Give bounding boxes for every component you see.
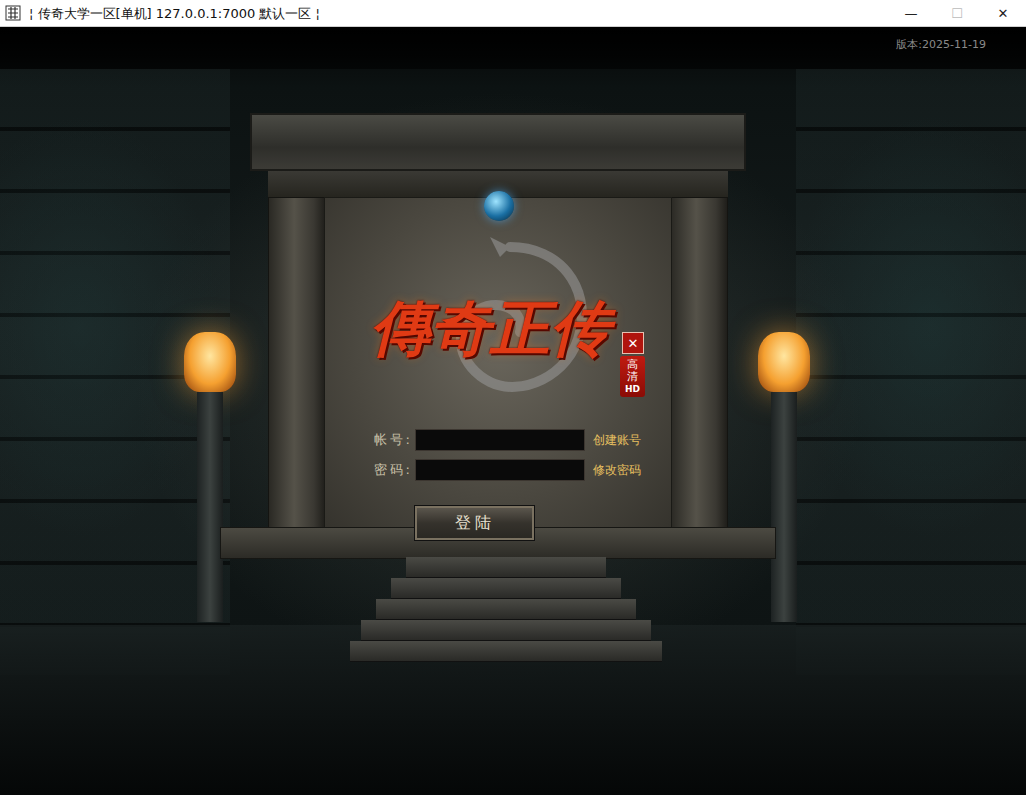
hd-badge[interactable]: 高清 HD: [620, 356, 645, 397]
game-window: ¦ 传奇大学一区[单机] 127.0.0.1:7000 默认一区 ¦ —☐✕ 版…: [0, 0, 1026, 795]
left-lamp: [180, 332, 240, 622]
close-window-button[interactable]: ✕: [980, 0, 1026, 26]
right-lamp: [754, 332, 814, 622]
window-title: ¦ 传奇大学一区[单机] 127.0.0.1:7000 默认一区 ¦: [29, 4, 888, 23]
create-account-link[interactable]: 创建账号: [587, 432, 641, 449]
top-band: [0, 27, 1026, 69]
close-button[interactable]: ✕: [622, 332, 644, 354]
gem-icon: [484, 191, 514, 221]
login-form: 帐号: 创建账号 密码: 修改密码 登陆: [365, 429, 641, 540]
app-icon: [5, 5, 21, 21]
stone-steps: [350, 557, 662, 662]
right-wall: [796, 69, 1026, 675]
account-input[interactable]: [415, 429, 585, 451]
maximize-button[interactable]: ☐: [934, 0, 980, 26]
window-controls: —☐✕: [888, 0, 1026, 26]
hd-label: HD: [625, 384, 640, 394]
login-scene: 版本:2025-11-19 傳奇正传 ✕ 高清 HD: [0, 27, 1026, 795]
password-label: 密码:: [365, 461, 415, 479]
hd-badge-text: 高清: [627, 359, 638, 383]
account-label: 帐号:: [365, 431, 415, 449]
game-logo: 傳奇正传: [370, 295, 610, 361]
version-label: 版本:2025-11-19: [896, 37, 986, 52]
login-button[interactable]: 登陆: [415, 506, 534, 540]
password-input[interactable]: [415, 459, 585, 481]
minimize-button[interactable]: —: [888, 0, 934, 26]
change-password-link[interactable]: 修改密码: [587, 462, 641, 479]
title-bar: ¦ 传奇大学一区[单机] 127.0.0.1:7000 默认一区 ¦ —☐✕: [0, 0, 1026, 27]
